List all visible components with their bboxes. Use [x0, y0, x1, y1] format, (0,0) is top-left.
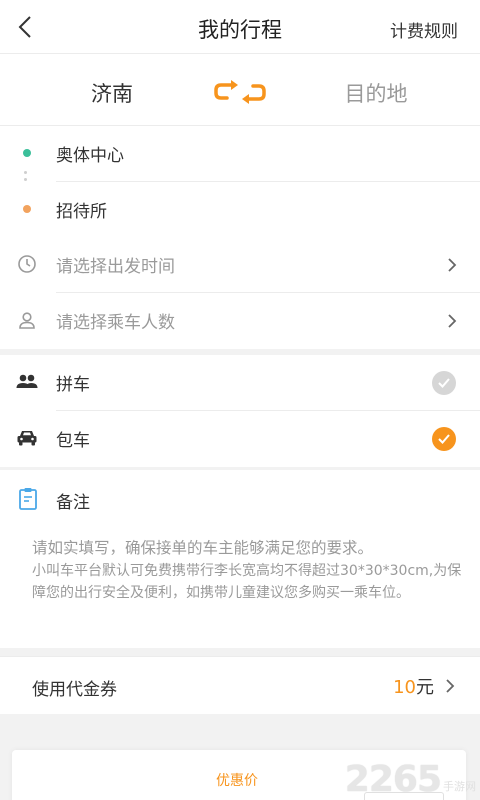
swap-arrows-icon	[214, 80, 266, 104]
departure-time-placeholder: 请选择出发时间	[56, 257, 175, 277]
chevron-right-icon	[448, 258, 457, 272]
start-location-row[interactable]: 奥体中心	[0, 126, 480, 182]
luggage-policy-text: 小叫车平台默认可免费携带行李长宽高均不得超过30*30*30cm,为保障您的出行…	[32, 563, 462, 601]
note-section: 备注 请如实填写，确保接单的车主能够满足您的要求。 小叫车平台默认可免费携带行李…	[0, 470, 480, 648]
discount-price-label: 优惠价	[216, 773, 258, 789]
destination-selector[interactable]: 目的地	[316, 78, 436, 108]
chevron-right-icon	[448, 314, 457, 328]
site-watermark: 2265 手游网	[345, 762, 476, 798]
pricing-rules-link[interactable]: 计费规则	[390, 17, 458, 42]
coupon-label: 使用代金券	[32, 680, 117, 700]
clock-icon	[14, 251, 40, 277]
back-button[interactable]	[10, 12, 40, 42]
carpool-check-icon[interactable]	[432, 371, 456, 395]
end-location-label: 招待所	[56, 202, 107, 222]
coupon-row[interactable]: 使用代金券 10元	[0, 656, 480, 714]
person-icon	[14, 307, 40, 333]
section-gap	[0, 648, 480, 656]
end-location-row[interactable]: 招待所	[0, 182, 480, 238]
from-city-selector[interactable]: 济南	[52, 78, 172, 108]
start-dot-icon	[14, 140, 40, 166]
ride-type-charter[interactable]: 包车	[0, 411, 480, 467]
car-icon	[14, 425, 40, 451]
city-selector: 济南 目的地	[0, 54, 480, 126]
top-nav-bar: 我的行程 计费规则	[0, 0, 480, 54]
end-dot-icon	[14, 196, 40, 222]
carpool-label: 拼车	[56, 375, 90, 395]
chevron-left-icon	[18, 16, 31, 38]
people-icon	[14, 369, 40, 395]
charter-check-icon[interactable]	[432, 427, 456, 451]
coupon-value: 10元	[393, 673, 434, 699]
ride-type-carpool[interactable]: 拼车	[0, 355, 480, 411]
watermark-suffix: 手游网	[443, 780, 476, 793]
watermark-number: 2265	[344, 759, 442, 800]
departure-time-row[interactable]: 请选择出发时间	[0, 237, 480, 293]
coupon-unit: 元	[416, 677, 434, 698]
note-input-placeholder[interactable]: 请如实填写，确保接单的车主能够满足您的要求。	[32, 536, 460, 558]
clipboard-icon	[19, 488, 37, 510]
charter-label: 包车	[56, 431, 90, 451]
passenger-count-row[interactable]: 请选择乘车人数	[0, 293, 480, 349]
coupon-amount: 10	[393, 677, 416, 698]
note-title: 备注	[56, 493, 90, 513]
swap-cities-button[interactable]	[211, 76, 269, 108]
chevron-right-icon	[446, 679, 455, 693]
passenger-count-placeholder: 请选择乘车人数	[56, 313, 175, 333]
start-location-label: 奥体中心	[56, 146, 124, 166]
